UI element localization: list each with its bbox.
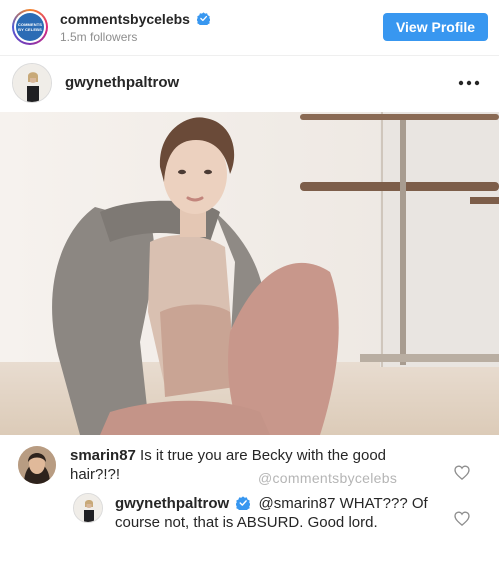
view-profile-button[interactable]: View Profile — [383, 13, 488, 41]
author-avatar[interactable] — [12, 63, 52, 103]
more-horizontal-icon[interactable] — [457, 76, 481, 90]
verified-badge-icon — [236, 496, 251, 510]
comment-1-username[interactable]: smarin87 — [70, 447, 136, 464]
reply-author-avatar[interactable] — [73, 493, 103, 523]
follower-count: 1.5m followers — [60, 30, 138, 44]
commenter-avatar[interactable] — [18, 446, 56, 484]
post-author-username[interactable]: gwynethpaltrow — [65, 74, 179, 91]
account-username[interactable]: commentsbycelebs — [60, 11, 190, 27]
like-heart-icon[interactable] — [454, 511, 470, 526]
comment-2: gwynethpaltrow @smarin87 WHAT??? Of cour… — [115, 494, 440, 532]
watermark-text: @commentsbycelebs — [258, 470, 398, 486]
embed-header: COMMENTS BY CELEBS commentsbycelebs 1.5m… — [0, 0, 499, 55]
post-photo[interactable] — [0, 112, 499, 435]
account-avatar[interactable]: COMMENTS BY CELEBS — [12, 9, 48, 45]
account-name-row[interactable]: commentsbycelebs — [60, 11, 210, 27]
comment-2-mention[interactable]: @smarin87 — [259, 495, 336, 512]
account-logo: COMMENTS BY CELEBS — [16, 13, 44, 41]
commenter-avatar-photo — [18, 446, 56, 484]
comment-2-username[interactable]: gwynethpaltrow — [115, 495, 229, 512]
post-header: gwynethpaltrow — [0, 55, 499, 112]
author-avatar-photo — [13, 64, 51, 102]
verified-badge-icon — [196, 12, 210, 25]
reply-author-avatar-photo — [74, 494, 102, 522]
like-heart-icon[interactable] — [454, 465, 470, 480]
comments-section: smarin87 Is it true you are Becky with t… — [0, 435, 499, 564]
post-image — [0, 112, 499, 435]
